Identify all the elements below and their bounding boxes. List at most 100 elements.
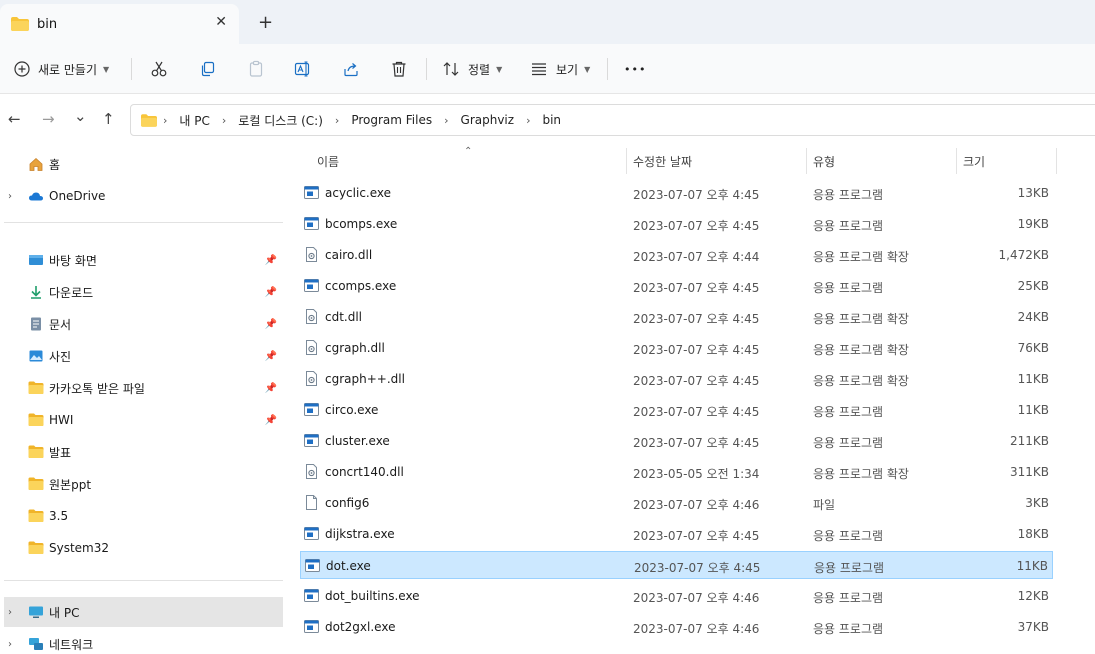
exe-file-icon bbox=[304, 403, 319, 416]
file-modified-date: 2023-07-07 오후 4:46 bbox=[633, 591, 760, 605]
breadcrumb-this-pc[interactable]: 내 PC bbox=[179, 112, 209, 129]
breadcrumb-graphviz[interactable]: Graphviz bbox=[461, 113, 515, 127]
pin-icon[interactable]: 📌 bbox=[265, 319, 277, 330]
sidebar-item-quick-access[interactable]: 바탕 화면 📌 bbox=[4, 245, 283, 275]
file-type: 응용 프로그램 확장 bbox=[813, 312, 909, 326]
address-bar[interactable]: › 내 PC › 로컬 디스크 (C:) › Program Files › G… bbox=[130, 104, 1095, 136]
plus-circle-icon bbox=[14, 61, 30, 77]
folder-icon bbox=[28, 541, 44, 554]
file-modified-date: 2023-05-05 오전 1:34 bbox=[633, 467, 760, 481]
file-row[interactable]: bcomps.exe 2023-07-07 오후 4:45 응용 프로그램 19KB bbox=[300, 210, 1053, 238]
recent-locations-button[interactable]: ⌄ bbox=[74, 107, 87, 125]
sidebar-item-quick-access[interactable]: 카카오톡 받은 파일 📌 bbox=[4, 373, 283, 403]
file-row[interactable]: config6 2023-07-07 오후 4:46 파일 3KB bbox=[300, 489, 1053, 517]
file-row[interactable]: cgraph.dll 2023-07-07 오후 4:45 응용 프로그램 확장 76… bbox=[300, 334, 1053, 362]
chevron-down-icon: ▼ bbox=[496, 64, 503, 74]
exe-file-icon bbox=[304, 217, 319, 230]
column-divider[interactable] bbox=[806, 148, 807, 174]
column-header-name[interactable]: 이름 bbox=[317, 146, 339, 176]
column-divider[interactable] bbox=[626, 148, 627, 174]
file-row[interactable]: cluster.exe 2023-07-07 오후 4:45 응용 프로그램 211K… bbox=[300, 427, 1053, 455]
share-button[interactable] bbox=[342, 56, 360, 82]
sidebar-item-quick-access[interactable]: 발표 bbox=[4, 437, 283, 467]
file-row[interactable]: dot2gxl.exe 2023-07-07 오후 4:46 응용 프로그램 37KB bbox=[300, 613, 1053, 641]
file-modified-date: 2023-07-07 오후 4:45 bbox=[633, 219, 760, 233]
delete-button[interactable] bbox=[390, 56, 408, 82]
sidebar-item-quick-access[interactable]: 사진 📌 bbox=[4, 341, 283, 371]
breadcrumb-bin[interactable]: bin bbox=[542, 113, 561, 127]
view-list-icon bbox=[532, 63, 546, 76]
breadcrumb-local-disk[interactable]: 로컬 디스크 (C:) bbox=[238, 112, 323, 129]
file-row[interactable]: cgraph++.dll 2023-07-07 오후 4:45 응용 프로그램 확장… bbox=[300, 365, 1053, 393]
divider bbox=[426, 58, 427, 80]
file-name: concrt140.dll bbox=[325, 465, 404, 479]
file-name: dot.exe bbox=[326, 559, 371, 573]
file-row-selected[interactable]: dot.exe 2023-07-07 오후 4:45 응용 프로그램 11KB bbox=[300, 551, 1053, 579]
sidebar-item-quick-access[interactable]: HWI 📌 bbox=[4, 405, 283, 435]
scissors-icon bbox=[151, 61, 167, 77]
column-divider[interactable] bbox=[1056, 148, 1057, 174]
chevron-right-icon[interactable]: › bbox=[8, 191, 12, 202]
file-size: 13KB bbox=[1017, 186, 1049, 200]
file-modified-date: 2023-07-07 오후 4:45 bbox=[633, 312, 760, 326]
new-tab-button[interactable]: + bbox=[258, 12, 273, 33]
pin-icon[interactable]: 📌 bbox=[265, 383, 277, 394]
dll-file-icon bbox=[306, 247, 317, 262]
file-row[interactable]: cairo.dll 2023-07-07 오후 4:44 응용 프로그램 확장 1,4… bbox=[300, 241, 1053, 269]
copy-button[interactable] bbox=[199, 56, 217, 82]
file-size: 211KB bbox=[1009, 434, 1049, 448]
folder-icon bbox=[11, 17, 29, 31]
folder-icon bbox=[28, 413, 44, 426]
more-options-button[interactable]: ••• bbox=[624, 56, 646, 82]
column-header-size[interactable]: 크기 bbox=[963, 146, 985, 176]
file-row[interactable]: acyclic.exe 2023-07-07 오후 4:45 응용 프로그램 13KB bbox=[300, 179, 1053, 207]
file-row[interactable]: cdt.dll 2023-07-07 오후 4:45 응용 프로그램 확장 24KB bbox=[300, 303, 1053, 331]
sidebar-item-this-pc[interactable]: › 내 PC bbox=[4, 597, 283, 627]
column-divider[interactable] bbox=[956, 148, 957, 174]
picture-icon bbox=[29, 350, 43, 362]
sidebar-item-quick-access[interactable]: 다운로드 📌 bbox=[4, 277, 283, 307]
sidebar-item-home[interactable]: 홈 bbox=[4, 149, 283, 179]
sidebar-item-quick-access[interactable]: 3.5 bbox=[4, 501, 283, 531]
pin-icon[interactable]: 📌 bbox=[265, 255, 277, 266]
column-header-type[interactable]: 유형 bbox=[813, 146, 835, 176]
sidebar-item-quick-access[interactable]: 문서 📌 bbox=[4, 309, 283, 339]
paste-button[interactable] bbox=[247, 56, 265, 82]
file-name: cdt.dll bbox=[325, 310, 363, 324]
pin-icon[interactable]: 📌 bbox=[265, 415, 277, 426]
chevron-right-icon[interactable]: › bbox=[8, 607, 12, 618]
pin-icon[interactable]: 📌 bbox=[265, 351, 277, 362]
file-row[interactable]: ccomps.exe 2023-07-07 오후 4:45 응용 프로그램 25KB bbox=[300, 272, 1053, 300]
breadcrumb-program-files[interactable]: Program Files bbox=[351, 113, 432, 127]
sidebar-item-onedrive[interactable]: › OneDrive bbox=[4, 181, 283, 211]
more-icon: ••• bbox=[624, 62, 647, 76]
back-button[interactable]: ← bbox=[8, 110, 21, 128]
cut-button[interactable] bbox=[150, 56, 168, 82]
up-button[interactable]: ↑ bbox=[102, 110, 115, 128]
home-icon bbox=[29, 157, 43, 171]
sidebar-item-quick-access[interactable]: System32 bbox=[4, 533, 283, 563]
sidebar-item-label: System32 bbox=[49, 541, 110, 555]
forward-button[interactable]: → bbox=[42, 110, 55, 128]
sort-icon bbox=[443, 62, 459, 76]
sort-button[interactable]: 정렬 ▼ bbox=[442, 56, 502, 82]
sidebar-item-network[interactable]: › 네트워크 bbox=[4, 629, 283, 654]
exe-file-icon bbox=[304, 186, 319, 199]
new-button[interactable]: 새로 만들기 ▼ bbox=[14, 56, 109, 82]
rename-button[interactable] bbox=[294, 56, 312, 82]
pin-icon[interactable]: 📌 bbox=[265, 287, 277, 298]
file-row[interactable]: concrt140.dll 2023-05-05 오전 1:34 응용 프로그램 확… bbox=[300, 458, 1053, 486]
sidebar-item-quick-access[interactable]: 원본ppt bbox=[4, 469, 283, 499]
view-button[interactable]: 보기 ▼ bbox=[530, 56, 590, 82]
file-type: 응용 프로그램 bbox=[813, 188, 884, 202]
file-row[interactable]: dot_builtins.exe 2023-07-07 오후 4:46 응용 프로그… bbox=[300, 582, 1053, 610]
dll-file-icon bbox=[306, 340, 317, 355]
tab-bin[interactable]: bin ✕ bbox=[0, 4, 239, 44]
file-type: 응용 프로그램 bbox=[813, 436, 884, 450]
column-header-date[interactable]: 수정한 날짜 bbox=[633, 146, 692, 176]
close-tab-icon[interactable]: ✕ bbox=[215, 14, 227, 30]
chevron-right-icon[interactable]: › bbox=[8, 639, 12, 650]
sort-label: 정렬 bbox=[468, 62, 491, 77]
file-row[interactable]: dijkstra.exe 2023-07-07 오후 4:45 응용 프로그램 18K… bbox=[300, 520, 1053, 548]
file-row[interactable]: circo.exe 2023-07-07 오후 4:45 응용 프로그램 11KB bbox=[300, 396, 1053, 424]
